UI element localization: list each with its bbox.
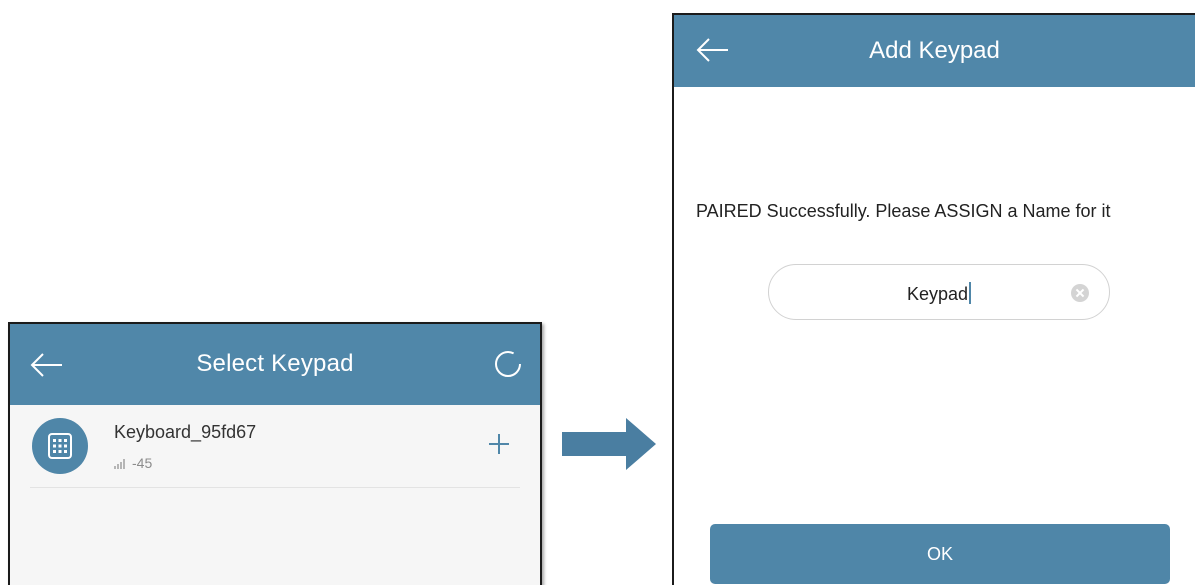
select-keypad-app-bar: Select Keypad bbox=[10, 324, 540, 405]
keypad-name-input[interactable]: Keypad bbox=[768, 264, 1110, 320]
keypad-icon bbox=[32, 418, 88, 474]
signal-strength-icon bbox=[114, 459, 125, 470]
text-cursor bbox=[969, 282, 972, 304]
paired-message: PAIRED Successfully. Please ASSIGN a Nam… bbox=[696, 201, 1111, 221]
name-input-text: Keypad bbox=[906, 284, 969, 304]
signal-value: -45 bbox=[132, 455, 153, 471]
select-keypad-screen: Select Keypad Keyboard_95fd67 -45 bbox=[8, 322, 542, 585]
add-device-button[interactable] bbox=[486, 431, 512, 457]
device-list-item[interactable]: Keyboard_95fd67 -45 bbox=[30, 405, 520, 488]
clear-icon[interactable] bbox=[1071, 284, 1089, 302]
spinner-icon bbox=[494, 350, 522, 378]
plus-icon bbox=[489, 434, 509, 454]
add-keypad-screen: Add Keypad PAIRED Successfully. Please A… bbox=[672, 13, 1195, 585]
device-signal: -45 bbox=[114, 455, 152, 471]
tutorial-canvas: Select Keypad Keyboard_95fd67 -45 Add Ke… bbox=[0, 0, 1195, 585]
keypad-name-value: Keypad bbox=[769, 282, 1109, 305]
device-name: Keyboard_95fd67 bbox=[114, 422, 257, 442]
page-title: Add Keypad bbox=[869, 37, 1000, 64]
arrow-right-icon bbox=[562, 418, 656, 470]
ok-button[interactable]: OK bbox=[710, 524, 1170, 584]
page-title: Select Keypad bbox=[196, 350, 354, 377]
add-keypad-app-bar: Add Keypad bbox=[674, 15, 1195, 87]
